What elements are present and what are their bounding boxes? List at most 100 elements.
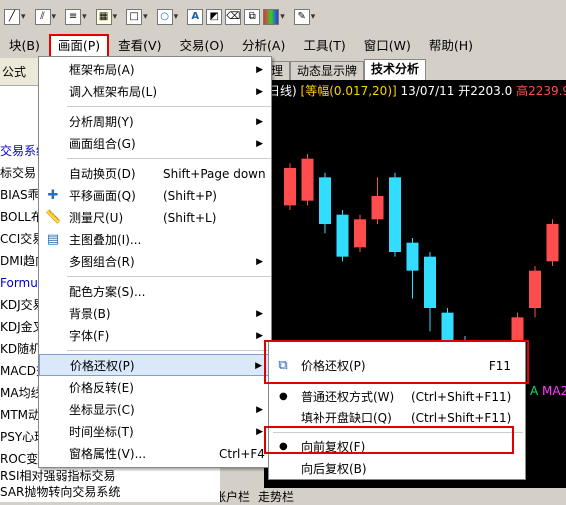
formula-tree-item[interactable]: 交易系统 [0,140,39,162]
menu-item-shortcut: (Shift+P) [163,189,217,203]
menu-trade[interactable]: 交易(O) [170,34,233,58]
fill-tool-icon[interactable]: ◩ [206,9,223,25]
candle-body [424,256,436,308]
formula-tree-item[interactable]: BOLL布 [0,206,39,228]
chart-date-label: 13/07/11 [400,84,455,98]
menu-item-frame-layout[interactable]: 框架布局(A) ▶ [39,59,271,81]
screen-menu-dropdown: 框架布局(A) ▶ 调入框架布局(L) ▶ 分析周期(Y) ▶ 画面组合(G) ▶ 自动… [38,56,272,468]
submenu-item-normal-restore[interactable]: ● 普通还权方式(W) (Ctrl+Shift+F11) [269,386,525,408]
chart-info-line: 日线) [等幅(0.017,20)] 13/07/11 开2203.0 高223… [268,82,566,99]
formula-tree-item[interactable]: KDJ金叉 [0,316,39,338]
color-tool-icon[interactable] [263,9,280,25]
formula-tree-item[interactable]: Formula [0,272,39,294]
menu-item-pan-screen[interactable]: ✚ 平移画面(Q) (Shift+P) [39,185,271,207]
formula-tree-item[interactable]: KDJ交易 [0,294,39,316]
candle-body [529,270,541,308]
menu-item-time-axis[interactable]: 时间坐标(T) ▶ [39,421,271,443]
menu-analysis[interactable]: 分析(A) [233,34,294,58]
menu-item-label: 时间坐标(T) [69,425,134,439]
submenu-arrow-icon: ▶ [256,257,263,267]
channel-tool-icon[interactable]: ≡ [65,9,82,25]
menu-item-price-restore[interactable]: 价格还权(P) ▶ [39,354,271,376]
menu-help[interactable]: 帮助(H) [420,34,482,58]
menu-item-analysis-period[interactable]: 分析周期(Y) ▶ [39,111,271,133]
formula-tree-item[interactable]: ROC变动 [0,448,39,470]
menu-view[interactable]: 查看(V) [109,34,170,58]
parallel-line-tool-icon[interactable]: ⫽ [34,9,51,25]
menu-tools[interactable]: 工具(T) [294,34,354,58]
style-tool-icon[interactable]: ✎ [293,9,310,25]
menu-item-pane-properties[interactable]: 窗格属性(V)... Ctrl+F4 [39,443,271,465]
menu-item-overlay[interactable]: ▤ 主图叠加(I)... [39,229,271,251]
menu-item-load-frame-layout[interactable]: 调入框架布局(L) ▶ [39,81,271,103]
menu-item-background[interactable]: 背景(B) ▶ [39,303,271,325]
menu-item-font[interactable]: 字体(F) ▶ [39,325,271,347]
eraser-tool-icon[interactable]: ⌫ [225,9,242,25]
formula-panel-header: 公式 [0,58,39,86]
pan-cross-icon: ✚ [47,188,59,203]
submenu-arrow-icon: ▶ [256,309,263,319]
menu-item-label: 价格还权(P) [70,359,135,373]
menu-item-label: 价格反转(E) [69,381,134,395]
menu-separator [67,158,271,159]
ruler-icon: 📏 [45,210,62,225]
menu-item-price-invert[interactable]: 价格反转(E) [39,377,271,399]
rect-tool-icon[interactable]: □ [126,9,143,25]
formula-tree-item[interactable]: 标交易 [0,162,39,184]
menu-item-label: 平移画面(Q) [69,189,136,203]
candle-body [406,242,419,271]
formula-tree-item[interactable]: PSY心理 [0,426,39,448]
status-bar: 账户栏 走势栏 [210,488,566,505]
fibonacci-tool-icon[interactable]: ▦ [95,9,112,25]
menu-window[interactable]: 窗口(W) [355,34,420,58]
menu-item-label: 多图组合(R) [69,255,135,269]
ellipse-tool-icon[interactable]: ○ [156,9,173,25]
highlight-box [264,426,514,454]
text-tool-icon[interactable]: A [187,9,204,25]
candle-body [319,177,331,224]
menu-item-shortcut: Shift+Page down [163,167,266,181]
formula-tree-item[interactable]: MA均线 [0,382,39,404]
dropdown-caret-icon[interactable]: ▾ [52,12,57,22]
dropdown-caret-icon[interactable]: ▾ [280,12,285,22]
dropdown-caret-icon[interactable]: ▾ [21,12,26,22]
highlight-box [264,340,529,384]
formula-tree-item[interactable]: CCI交易 [0,228,39,250]
dropdown-caret-icon[interactable]: ▾ [174,12,179,22]
menu-item-screen-combo[interactable]: 画面组合(G) ▶ [39,133,271,155]
menu-item-measure-ruler[interactable]: 📏 测量尺(U) (Shift+L) [39,207,271,229]
dropdown-caret-icon[interactable]: ▾ [311,12,316,22]
menu-item-axis-display[interactable]: 坐标显示(C) ▶ [39,399,271,421]
formula-tree-item[interactable]: MACD交 [0,360,39,382]
dropdown-caret-icon[interactable]: ▾ [143,12,148,22]
formula-tree-item[interactable]: RSI相对强弱指标交易 [0,468,220,484]
menu-separator [67,106,271,107]
menu-item-auto-page[interactable]: 自动换页(D) Shift+Page down [39,163,271,185]
dropdown-caret-icon[interactable]: ▾ [82,12,87,22]
menu-item-multi-chart[interactable]: 多图组合(R) ▶ [39,251,271,273]
submenu-arrow-icon: ▶ [256,427,263,437]
candle-body [336,214,349,257]
menu-item-color-scheme[interactable]: 配色方案(S)... [39,281,271,303]
tab-technical-analysis[interactable]: 技术分析 [364,59,427,80]
submenu-arrow-icon: ▶ [255,361,262,371]
submenu-arrow-icon: ▶ [256,87,263,97]
submenu-arrow-icon: ▶ [256,405,263,415]
formula-tree-item[interactable]: KD随机 [0,338,39,360]
dropdown-caret-icon[interactable]: ▾ [113,12,118,22]
formula-tree-item[interactable]: MTM动 [0,404,39,426]
formula-tree-item[interactable]: BIAS乖离 [0,184,39,206]
tab-dynamic-board[interactable]: 动态显示牌 [290,61,365,80]
formula-tree-item[interactable]: DMI趋向 [0,250,39,272]
menu-screen[interactable]: 画面(P) [48,34,110,58]
formula-tree-item[interactable]: SAR抛物转向交易系统 [0,484,220,500]
status-trend[interactable]: 走势栏 [258,488,294,505]
menu-block[interactable]: 块(B) [0,34,49,58]
copy-tool-icon[interactable]: ⧉ [244,9,261,25]
submenu-item-backward-adjust[interactable]: 向后复权(B) [269,458,525,480]
submenu-item-shortcut: (Ctrl+Shift+F11) [411,390,512,404]
candle-body [546,224,559,262]
chart-ma-label: A MA2 [530,384,566,398]
line-tool-icon[interactable]: ╱ [4,9,20,25]
menu-item-label: 背景(B) [69,307,111,321]
